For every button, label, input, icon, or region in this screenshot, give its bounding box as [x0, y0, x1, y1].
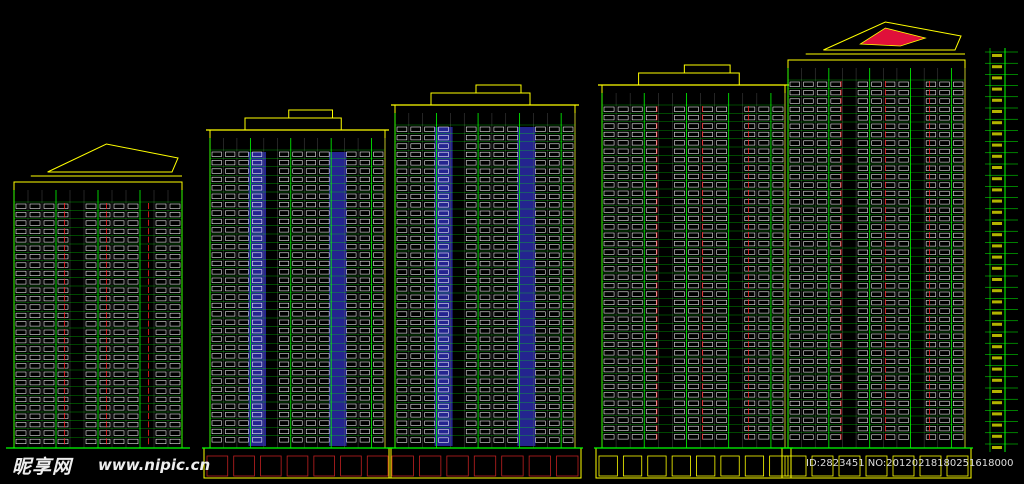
watermark-logo: 昵享网: [12, 456, 73, 478]
watermark-url: www.nipic.cn: [98, 456, 211, 474]
elevation-drawing: [0, 0, 1024, 484]
watermark-id: ID:2823451 NO:20120218180251618000: [806, 458, 1014, 469]
building-tower: [780, 21, 973, 479]
